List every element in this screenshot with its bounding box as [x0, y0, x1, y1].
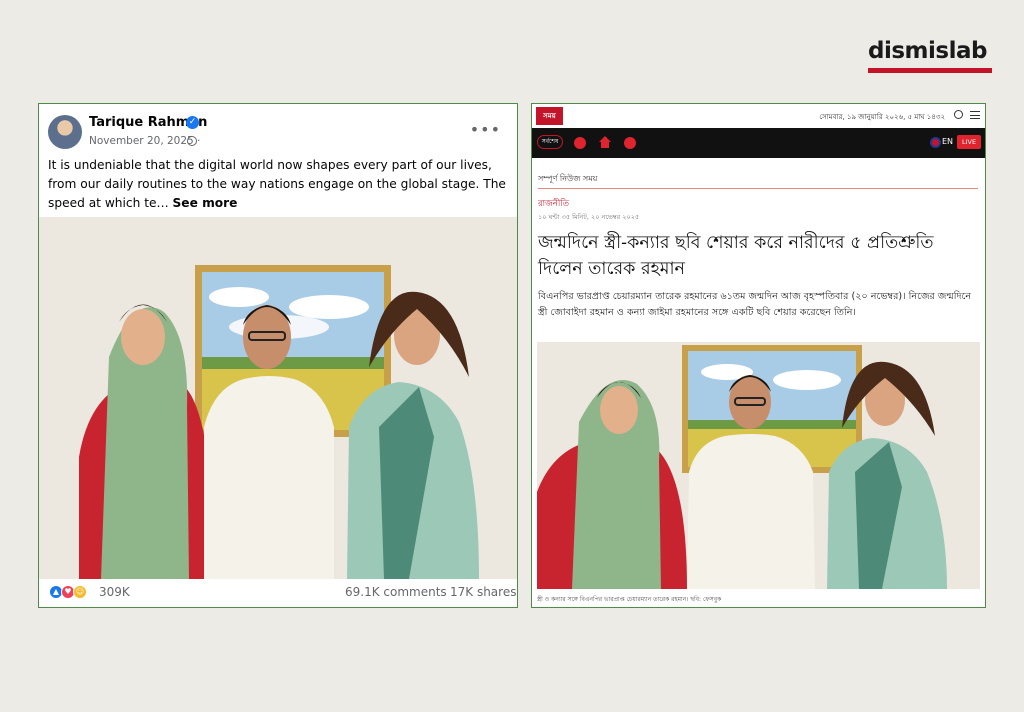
site-logo[interactable]: সময়	[536, 107, 563, 125]
family-photo	[537, 342, 980, 589]
family-photo	[39, 217, 517, 579]
reaction-count[interactable]: 309K	[99, 585, 130, 599]
post-body-text: It is undeniable that the digital world …	[48, 158, 506, 210]
haha-icon: ☺	[73, 585, 87, 599]
brand-underline	[868, 68, 992, 73]
brand-name: dismislab	[868, 38, 987, 64]
category-link[interactable]: রাজনীতি	[538, 197, 569, 211]
post-header: Tarique Rahman ✓ November 20, 2025 · •••	[39, 104, 517, 152]
play-icon[interactable]	[624, 137, 636, 149]
site-header: সময় সোমবার, ১৯ জানুয়ারি ২০২৬, ৫ মাঘ ১৪…	[532, 104, 985, 128]
globe-icon	[187, 136, 197, 146]
share-count[interactable]: 17K shares	[450, 585, 516, 599]
home-icon-base	[601, 142, 609, 148]
search-icon[interactable]	[954, 110, 963, 119]
article-body: বিএনপির ভারপ্রাপ্ত চেয়ারম্যান তারেক রহম…	[538, 291, 972, 318]
facebook-post-card: Tarique Rahman ✓ November 20, 2025 · •••…	[38, 103, 518, 608]
date-bar: সোমবার, ১৯ জানুয়ারি ২০২৬, ৫ মাঘ ১৪৩২	[819, 113, 945, 121]
menu-icon[interactable]	[970, 111, 980, 119]
site-nav: সর্বশেষ EN LIVE	[532, 128, 985, 158]
post-footer: ▲ ♥ ☺ 309K 69.1K comments 17K shares	[39, 582, 517, 607]
dismislab-logo: dismislab	[868, 36, 996, 73]
section-divider	[538, 188, 978, 189]
live-button[interactable]: LIVE	[957, 135, 981, 149]
language-toggle[interactable]: EN	[942, 137, 953, 146]
see-more-link[interactable]: See more	[173, 196, 238, 210]
comment-count[interactable]: 69.1K comments	[345, 585, 447, 599]
article-photo[interactable]	[537, 342, 980, 589]
post-date[interactable]: November 20, 2025 ·	[89, 135, 200, 147]
section-title: সম্পূর্ণ নিউজ সময়	[538, 174, 598, 183]
photo-caption: স্ত্রী ও কন্যার সঙ্গে বিএনপির ভারপ্রাপ্ত…	[537, 596, 722, 603]
avatar[interactable]	[48, 115, 82, 149]
more-options-icon[interactable]: •••	[470, 120, 501, 139]
article-timestamp: ১০ ঘন্টা ৩৫ মিনিট, ২০ নভেম্বর ২০২৫	[538, 213, 640, 221]
article-headline: জন্মদিনে স্ত্রী-কন্যার ছবি শেয়ার করে না…	[538, 233, 934, 279]
latest-news-button[interactable]: সর্বশেষ	[537, 135, 563, 149]
news-article-card: সময় সোমবার, ১৯ জানুয়ারি ২০২৬, ৫ মাঘ ১৪…	[531, 103, 986, 608]
tv-icon[interactable]	[574, 137, 586, 149]
uk-flag-icon	[930, 137, 941, 148]
post-photo[interactable]	[39, 217, 517, 579]
verified-badge-icon: ✓	[186, 116, 199, 129]
post-text: It is undeniable that the digital world …	[48, 156, 510, 213]
